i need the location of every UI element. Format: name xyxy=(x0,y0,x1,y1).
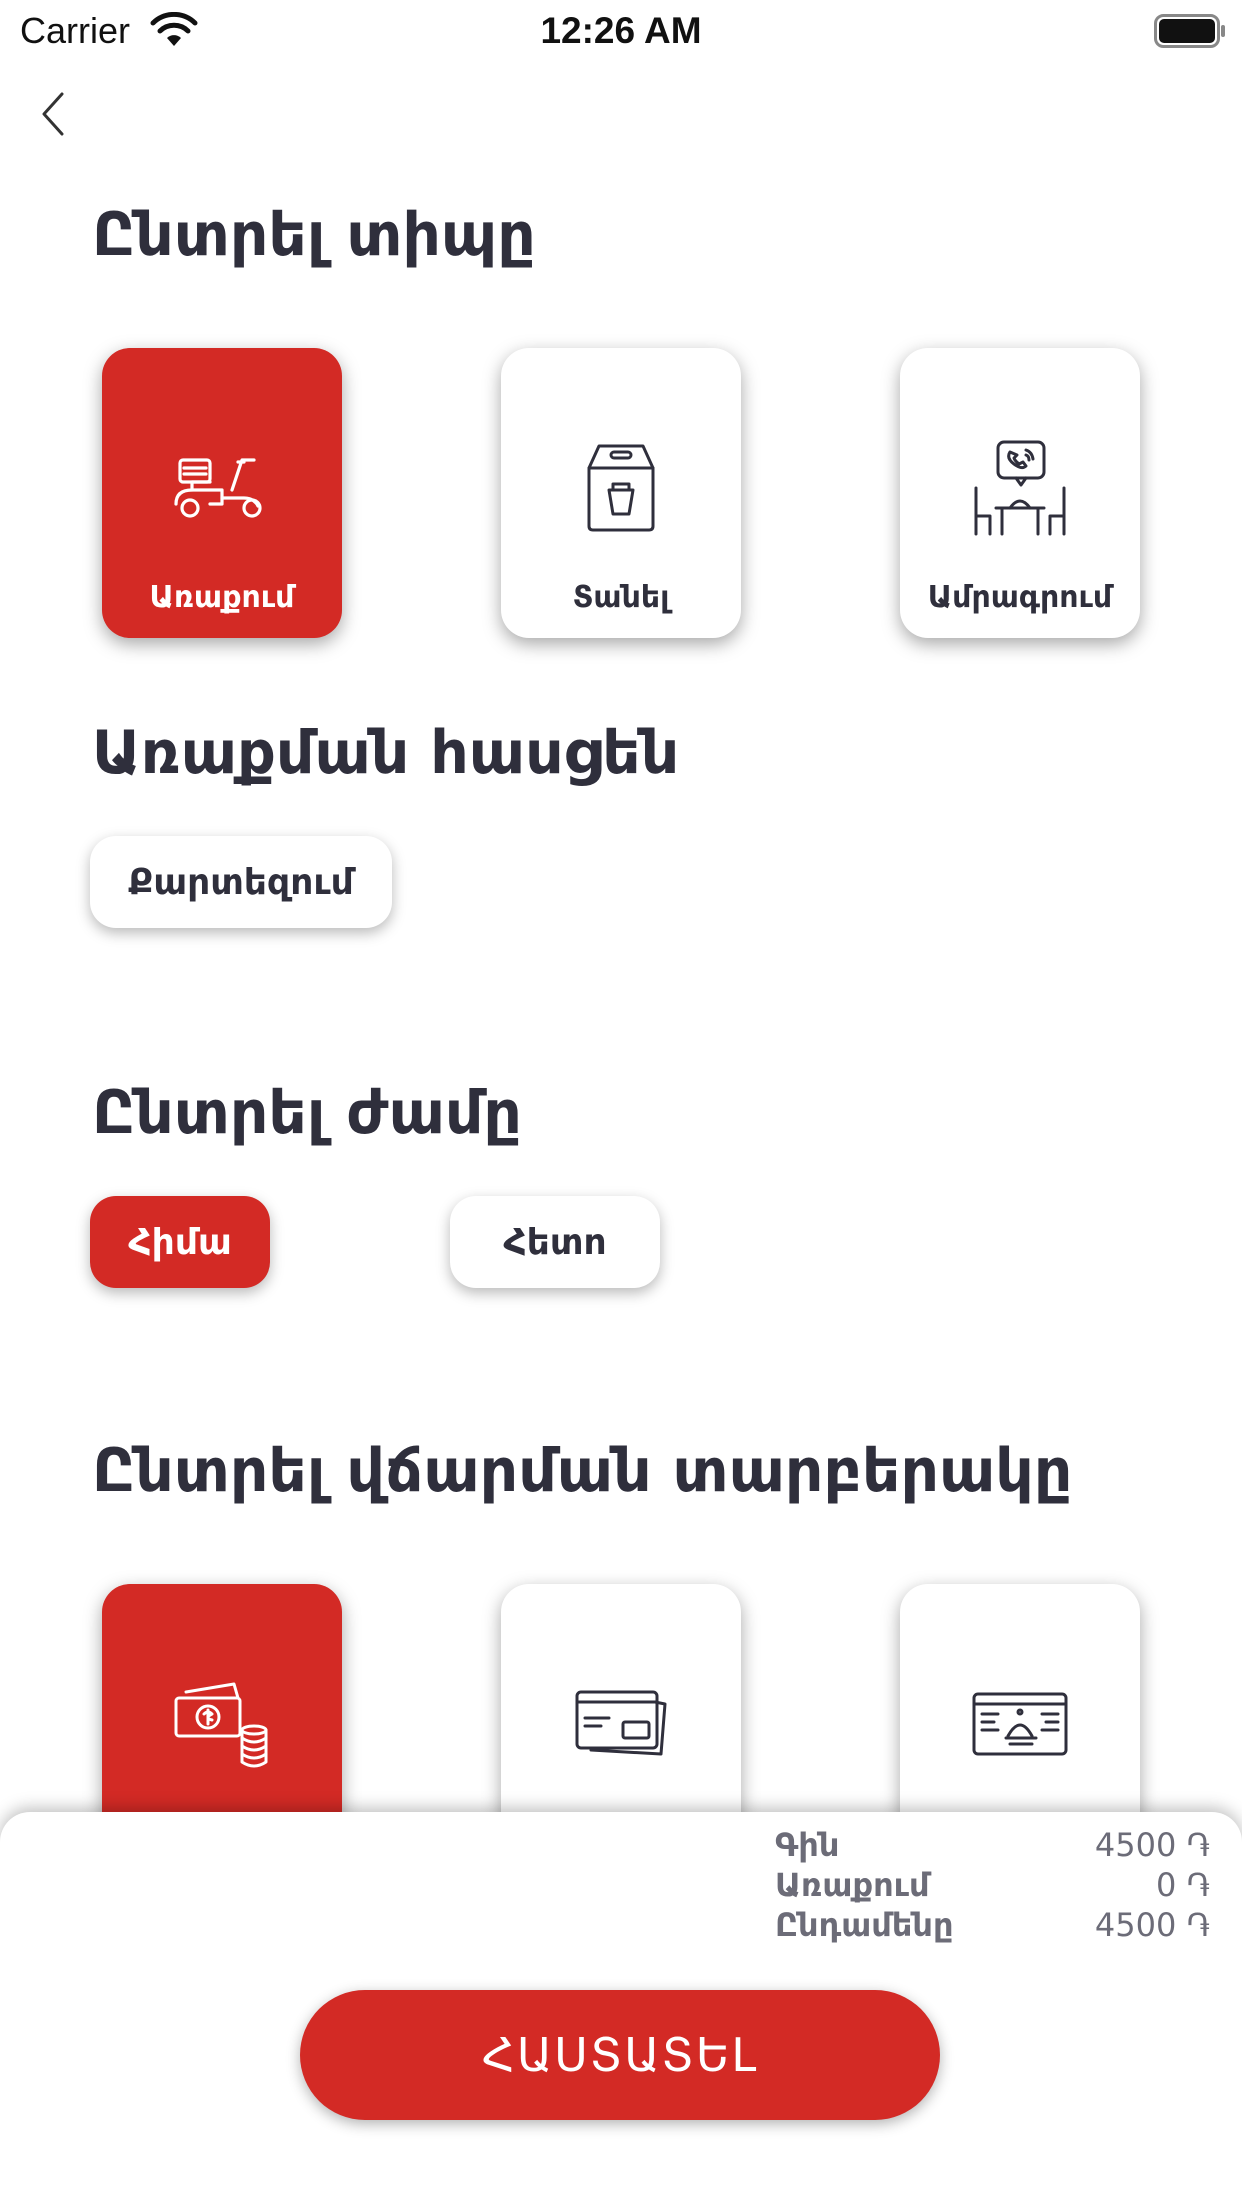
order-summary-panel: Գին 4500 ֏ Առաքում 0 ֏ Ընդամենը 4500 ֏ Հ… xyxy=(0,1812,1242,2208)
delivery-fee-label: Առաքում xyxy=(775,1866,930,1904)
battery-icon xyxy=(1154,14,1225,48)
order-type-title: Ընտրել տիպը xyxy=(92,200,536,270)
delivery-scooter-icon xyxy=(174,458,262,518)
clock: 12:26 AM xyxy=(540,10,702,51)
restaurant-card-icon xyxy=(972,1692,1068,1756)
address-on-map-button[interactable]: Քարտեզում xyxy=(90,836,392,928)
takeaway-bag-icon xyxy=(587,444,655,532)
price-label: Գին xyxy=(775,1826,840,1864)
confirm-order-button[interactable]: ՀԱՍՏԱՏԵԼ xyxy=(300,1990,940,2120)
time-now-button[interactable]: Հիմա xyxy=(90,1196,270,1288)
order-type-reservation-card[interactable]: Ամրագրում xyxy=(900,348,1140,638)
total-value: 4500 ֏ xyxy=(1094,1906,1210,1944)
total-label: Ընդամենը xyxy=(775,1906,954,1944)
order-type-takeaway-card[interactable]: Տանել xyxy=(501,348,741,638)
credit-card-icon xyxy=(575,1690,667,1756)
delivery-address-title: Առաքման հասցեն xyxy=(92,718,680,788)
order-type-delivery-card[interactable]: Առաքում xyxy=(102,348,342,638)
order-type-label: Տանել xyxy=(572,580,670,615)
status-bar: Carrier 12:26 AM xyxy=(0,0,1242,62)
delivery-fee-value: 0 ֏ xyxy=(1155,1866,1210,1904)
time-later-button[interactable]: Հետո xyxy=(450,1196,660,1288)
delivery-time-title: Ընտրել ժամը xyxy=(92,1078,522,1148)
price-value: 4500 ֏ xyxy=(1094,1826,1210,1864)
cash-icon xyxy=(174,1682,268,1768)
order-type-label: Ամրագրում xyxy=(927,580,1113,615)
table-reservation-icon xyxy=(974,440,1066,536)
order-type-label: Առաքում xyxy=(149,580,295,615)
back-chevron-icon[interactable] xyxy=(34,88,74,140)
payment-method-title: Ընտրել վճարման տարբերակը xyxy=(92,1436,1073,1506)
